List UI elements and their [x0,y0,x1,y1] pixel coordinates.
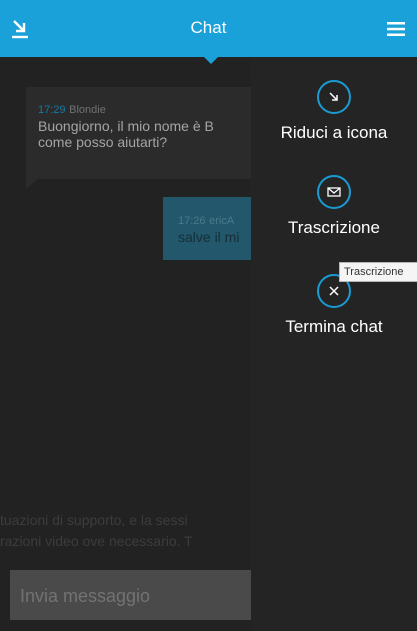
side-menu: Riduci a icona Trascrizione Termina chat [251,57,417,631]
message-text-line1: Buongiorno, il mio nome è B [38,118,214,134]
message-tail [26,179,38,189]
menu-item-minimize[interactable]: Riduci a icona [251,80,417,143]
header-notch [203,56,219,64]
hamburger-menu-icon [387,22,405,36]
menu-button[interactable] [381,14,411,44]
envelope-circle-icon [317,175,351,209]
message-input[interactable]: Invia messaggio [10,570,270,620]
menu-item-label: Termina chat [285,317,383,336]
minimize-circle-icon [317,80,351,114]
chat-app: Chat 17:29 Blondie Buongiorno, il mio no… [0,0,417,631]
chat-title: Chat [190,18,227,37]
chat-header: Chat [0,0,417,64]
message-time: 17:29 [38,104,66,116]
menu-item-label: Riduci a icona [280,123,388,142]
message-text-line2: come posso aiutarti? [38,134,168,150]
message-sender: Blondie [69,104,106,116]
menu-item-end-chat[interactable]: Termina chat [251,274,417,337]
tooltip: Trascrizione [339,262,417,282]
message-sender: ericA [209,215,235,227]
agent-message: 17:29 Blondie Buongiorno, il mio nome è … [26,87,266,189]
menu-item-label: Trascrizione [288,218,380,237]
message-time: 17:26 [178,215,206,227]
menu-item-transcript[interactable]: Trascrizione [251,175,417,238]
